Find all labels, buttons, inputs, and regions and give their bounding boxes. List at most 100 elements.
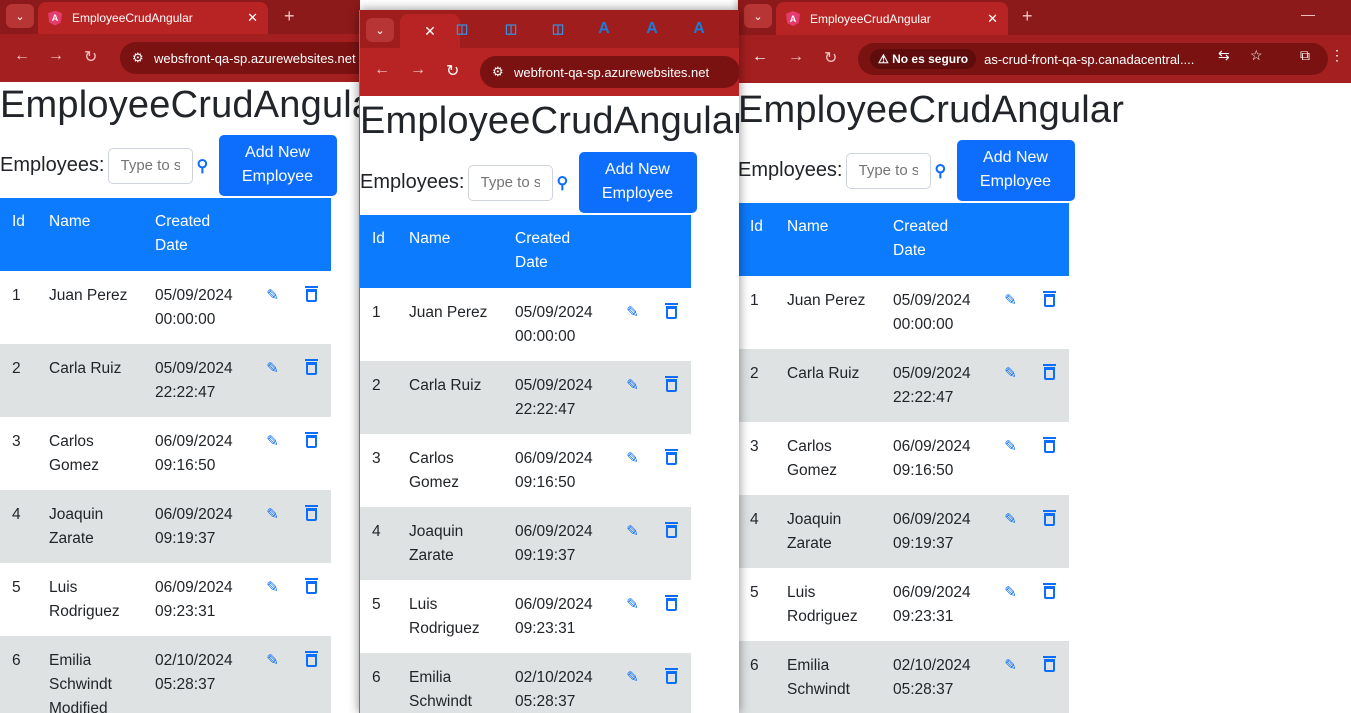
translate-icon[interactable]: ⇆ — [1218, 47, 1230, 64]
edit-button[interactable]: ✎ — [991, 422, 1030, 495]
trash-icon[interactable] — [1043, 437, 1056, 453]
delete-button[interactable] — [292, 636, 331, 713]
back-icon[interactable]: ← — [374, 61, 390, 79]
site-info-icon[interactable]: ⚙ — [492, 64, 504, 80]
edit-button[interactable]: ✎ — [253, 271, 292, 344]
delete-button[interactable] — [1030, 495, 1069, 568]
minimize-icon[interactable]: — — [1301, 6, 1315, 22]
pencil-square-icon[interactable]: ✎ — [626, 596, 639, 613]
active-tab[interactable]: ✕ — [400, 14, 460, 48]
edit-button[interactable]: ✎ — [991, 495, 1030, 568]
trash-icon[interactable] — [665, 449, 678, 465]
reload-icon[interactable]: ↻ — [84, 47, 97, 67]
trash-icon[interactable] — [1043, 291, 1056, 307]
delete-button[interactable] — [1030, 422, 1069, 495]
pencil-square-icon[interactable]: ✎ — [266, 360, 279, 377]
pencil-square-icon[interactable]: ✎ — [266, 652, 279, 669]
edit-button[interactable]: ✎ — [613, 580, 652, 653]
search-input[interactable] — [845, 152, 931, 189]
reload-icon[interactable]: ↻ — [824, 48, 837, 68]
delete-button[interactable] — [292, 563, 331, 636]
site-info-icon[interactable]: ⚙ — [132, 50, 144, 66]
search-icon[interactable]: ⚲ — [935, 161, 953, 181]
trash-icon[interactable] — [305, 286, 318, 302]
not-secure-badge[interactable]: ⚠ No es seguro — [870, 49, 977, 69]
pencil-square-icon[interactable]: ✎ — [266, 579, 279, 596]
new-tab-icon[interactable]: + — [1022, 6, 1033, 27]
back-icon[interactable]: ← — [752, 48, 768, 66]
pencil-square-icon[interactable]: ✎ — [266, 506, 279, 523]
trash-icon[interactable] — [1043, 656, 1056, 672]
delete-button[interactable] — [652, 361, 691, 434]
forward-icon[interactable]: → — [48, 47, 64, 65]
pencil-square-icon[interactable]: ✎ — [1004, 438, 1017, 455]
azure-tab-icon[interactable]: A — [690, 20, 708, 38]
delete-button[interactable] — [1030, 568, 1069, 641]
delete-button[interactable] — [652, 434, 691, 507]
tab-search-button[interactable]: ⌄ — [744, 4, 772, 28]
browser-tab[interactable]: A EmployeeCrudAngular ✕ — [38, 2, 268, 34]
pencil-square-icon[interactable]: ✎ — [626, 450, 639, 467]
pencil-square-icon[interactable]: ✎ — [1004, 584, 1017, 601]
reload-icon[interactable]: ↻ — [446, 61, 459, 81]
back-icon[interactable]: ← — [14, 47, 30, 65]
tab-search-button[interactable]: ⌄ — [366, 18, 394, 42]
azure-tab-icon[interactable]: A — [643, 20, 661, 38]
address-bar[interactable]: ⚙ webfront-qa-sp.azurewebsites.net — [480, 56, 739, 88]
add-employee-button[interactable]: Add New Employee — [956, 140, 1075, 201]
menu-icon[interactable]: ⋮ — [1330, 47, 1344, 64]
forward-icon[interactable]: → — [410, 61, 426, 79]
edit-button[interactable]: ✎ — [253, 344, 292, 417]
trash-icon[interactable] — [1043, 364, 1056, 380]
pencil-square-icon[interactable]: ✎ — [626, 669, 639, 686]
pencil-square-icon[interactable]: ✎ — [626, 523, 639, 540]
trash-icon[interactable] — [305, 432, 318, 448]
pencil-square-icon[interactable]: ✎ — [1004, 657, 1017, 674]
trash-icon[interactable] — [665, 376, 678, 392]
sql-tab-icon[interactable]: ◫ — [549, 20, 567, 38]
edit-button[interactable]: ✎ — [253, 563, 292, 636]
trash-icon[interactable] — [305, 359, 318, 375]
azure-tab-icon[interactable]: A — [595, 20, 613, 38]
delete-button[interactable] — [1030, 276, 1069, 349]
close-tab-icon[interactable]: ✕ — [424, 23, 436, 40]
pencil-square-icon[interactable]: ✎ — [626, 377, 639, 394]
edit-button[interactable]: ✎ — [253, 417, 292, 490]
tab-search-button[interactable]: ⌄ — [6, 4, 34, 28]
trash-icon[interactable] — [305, 578, 318, 594]
pencil-square-icon[interactable]: ✎ — [1004, 365, 1017, 382]
edit-button[interactable]: ✎ — [991, 641, 1030, 713]
close-tab-icon[interactable]: ✕ — [247, 10, 258, 26]
delete-button[interactable] — [652, 507, 691, 580]
pencil-square-icon[interactable]: ✎ — [1004, 292, 1017, 309]
search-icon[interactable]: ⚲ — [557, 173, 575, 193]
trash-icon[interactable] — [305, 651, 318, 667]
extensions-icon[interactable]: ⧉ — [1300, 47, 1310, 64]
trash-icon[interactable] — [665, 522, 678, 538]
trash-icon[interactable] — [665, 303, 678, 319]
sql-tab-icon[interactable]: ◫ — [502, 20, 520, 38]
edit-button[interactable]: ✎ — [253, 490, 292, 563]
pencil-square-icon[interactable]: ✎ — [266, 287, 279, 304]
delete-button[interactable] — [292, 490, 331, 563]
edit-button[interactable]: ✎ — [613, 361, 652, 434]
edit-button[interactable]: ✎ — [991, 349, 1030, 422]
delete-button[interactable] — [292, 344, 331, 417]
address-bar[interactable]: ⚙ websfront-qa-sp.azurewebsites.net — [120, 42, 360, 74]
edit-button[interactable]: ✎ — [991, 276, 1030, 349]
close-tab-icon[interactable]: ✕ — [987, 11, 998, 27]
add-employee-button[interactable]: Add New Employee — [218, 135, 337, 196]
pencil-square-icon[interactable]: ✎ — [626, 304, 639, 321]
search-icon[interactable]: ⚲ — [197, 156, 215, 176]
trash-icon[interactable] — [1043, 583, 1056, 599]
edit-button[interactable]: ✎ — [613, 434, 652, 507]
trash-icon[interactable] — [1043, 510, 1056, 526]
edit-button[interactable]: ✎ — [613, 288, 652, 361]
forward-icon[interactable]: → — [788, 48, 804, 66]
pencil-square-icon[interactable]: ✎ — [1004, 511, 1017, 528]
delete-button[interactable] — [1030, 641, 1069, 713]
new-tab-icon[interactable]: + — [284, 6, 295, 27]
browser-tab[interactable]: A EmployeeCrudAngular ✕ — [776, 2, 1008, 35]
add-employee-button[interactable]: Add New Employee — [578, 152, 697, 213]
search-input[interactable] — [467, 164, 553, 201]
